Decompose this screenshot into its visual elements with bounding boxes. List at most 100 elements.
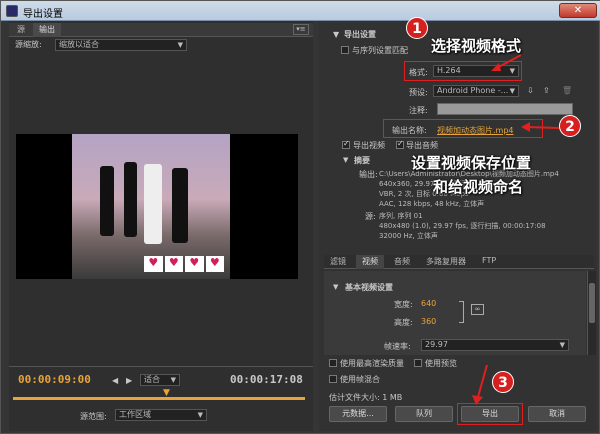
width-value[interactable]: 640 xyxy=(421,299,436,308)
mark-out-icon[interactable]: ▶ xyxy=(126,376,132,385)
cancel-button[interactable]: 取消 xyxy=(528,406,586,422)
summary-source-line: 序列, 序列 01 xyxy=(379,212,423,220)
summary-source-line: 32000 Hz, 立体声 xyxy=(379,232,438,240)
collapse-icon[interactable]: ▼ xyxy=(333,30,339,39)
frame-blend-label: 使用帧混合 xyxy=(340,375,380,384)
export-audio-checkbox[interactable] xyxy=(396,139,404,149)
tab-video[interactable]: 视频 xyxy=(356,255,384,269)
chevron-down-icon: ▼ xyxy=(509,87,515,95)
tab-ftp[interactable]: FTP xyxy=(476,255,502,269)
step-badge-3: 3 xyxy=(492,371,514,393)
preview-image: ♥ ♥ ♥ ♥ xyxy=(72,134,230,279)
tab-multiplexer[interactable]: 多路复用器 xyxy=(420,255,472,269)
source-range-label: 源范围: xyxy=(80,412,107,421)
source-scaling-label: 源缩放: xyxy=(15,40,42,49)
title-bar: 导出设置 ✕ xyxy=(1,1,600,21)
aspect-bracket xyxy=(459,301,464,323)
highlight-box-output xyxy=(383,119,543,138)
heart-icon: ♥ xyxy=(144,256,163,272)
annotation-step-2b: 和给视频命名 xyxy=(433,178,524,196)
step-badge-1: 1 xyxy=(406,17,428,39)
tab-output[interactable]: 输出 xyxy=(33,23,61,37)
use-preview-label: 使用预览 xyxy=(425,359,457,368)
summary-header: 摘要 xyxy=(354,156,370,165)
timecode-out: 00:00:17:08 xyxy=(230,373,303,386)
summary-output-label: 输出: xyxy=(359,170,378,179)
chevron-down-icon: ▼ xyxy=(197,411,203,419)
person-figure xyxy=(144,164,162,244)
save-preset-icon[interactable]: ⇩ xyxy=(527,86,534,95)
close-button[interactable]: ✕ xyxy=(559,3,597,18)
basic-video-header: 基本视频设置 xyxy=(345,283,393,292)
source-range-select[interactable]: 工作区域 ▼ xyxy=(115,409,207,421)
queue-button[interactable]: 队列 xyxy=(395,406,453,422)
collapse-icon[interactable]: ▼ xyxy=(343,156,348,164)
preset-select[interactable]: Android Phone -... ▼ xyxy=(433,85,519,97)
frame-blend-checkbox[interactable] xyxy=(329,375,337,383)
timecode-in[interactable]: 00:00:09:00 xyxy=(18,373,91,386)
app-icon xyxy=(6,5,18,17)
mark-in-icon[interactable]: ◀ xyxy=(112,376,118,385)
heart-icon: ♥ xyxy=(164,256,183,272)
export-settings-window: 导出设置 ✕ 源 输出 ▾≡ 源缩放: 缩放以适合 ▼ ♥ ♥ ♥ ♥ 00:00… xyxy=(0,0,600,434)
source-range-value: 工作区域 xyxy=(119,410,151,419)
scrollbar-thumb[interactable] xyxy=(589,283,595,323)
heart-icon: ♥ xyxy=(205,256,224,272)
summary-source: 序列, 序列 01 480x480 (1.0), 29.97 fps, 逐行扫描… xyxy=(379,211,579,241)
work-area-bar xyxy=(13,397,305,400)
summary-source-label: 源: xyxy=(365,212,376,221)
fps-value: 29.97 xyxy=(425,340,448,349)
zoom-value: 适合 xyxy=(144,375,160,384)
arrow-icon xyxy=(472,364,488,405)
person-figure xyxy=(100,166,114,236)
tab-source[interactable]: 源 xyxy=(11,23,31,37)
collapse-icon[interactable]: ▼ xyxy=(333,283,338,291)
use-preview-checkbox[interactable] xyxy=(414,359,422,367)
summary-source-line: 480x480 (1.0), 29.97 fps, 逐行扫描, 00:00:17… xyxy=(379,222,546,230)
source-scaling-select[interactable]: 缩放以适合 ▼ xyxy=(55,39,187,51)
settings-scrollbar[interactable] xyxy=(587,271,596,355)
width-label: 宽度: xyxy=(394,300,413,309)
person-figure xyxy=(172,168,188,243)
panel-menu-icon[interactable]: ▾≡ xyxy=(293,24,309,35)
preview-tabs: 源 输出 ▾≡ xyxy=(9,23,313,37)
max-render-checkbox[interactable] xyxy=(329,359,337,367)
preset-value: Android Phone -... xyxy=(437,86,509,95)
settings-tabs: 滤镜 视频 音频 多路复用器 FTP xyxy=(324,255,594,269)
fps-label: 帧速率: xyxy=(384,342,411,351)
fps-select[interactable]: 29.97 ▼ xyxy=(421,339,569,351)
match-sequence-checkbox[interactable] xyxy=(341,46,349,54)
export-audio-label: 导出音频 xyxy=(406,141,438,150)
export-settings-header: 导出设置 xyxy=(344,30,376,39)
height-label: 高度: xyxy=(394,318,413,327)
zoom-select[interactable]: 适合 ▼ xyxy=(140,374,180,386)
divider xyxy=(9,366,313,367)
metadata-button[interactable]: 元数据... xyxy=(329,406,387,422)
chevron-down-icon: ▼ xyxy=(559,341,565,349)
export-video-label: 导出视频 xyxy=(353,141,385,150)
import-preset-icon[interactable]: ⇪ xyxy=(543,86,550,95)
match-sequence-label: 与序列设置匹配 xyxy=(352,46,408,55)
source-scaling-value: 缩放以适合 xyxy=(59,40,99,49)
preset-label: 预设: xyxy=(409,88,428,97)
person-figure xyxy=(124,162,137,237)
export-video-checkbox[interactable] xyxy=(342,139,350,149)
tab-audio[interactable]: 音频 xyxy=(388,255,416,269)
timeline-bar[interactable]: ▼ xyxy=(9,388,307,401)
summary-output-line: AAC, 128 kbps, 48 kHz, 立体声 xyxy=(379,200,485,208)
link-icon[interactable]: ∞ xyxy=(471,304,484,315)
chevron-down-icon: ▼ xyxy=(177,41,183,49)
heart-icon: ♥ xyxy=(185,256,204,272)
delete-preset-icon[interactable]: 🗑 xyxy=(562,86,572,95)
playhead-icon[interactable]: ▼ xyxy=(163,388,170,398)
sticker-row: ♥ ♥ ♥ ♥ xyxy=(144,256,224,272)
annotation-step-2: 设置视频保存位置 xyxy=(411,154,532,172)
estimated-size: 估计文件大小: 1 MB xyxy=(329,393,403,402)
window-title: 导出设置 xyxy=(23,9,63,20)
tab-filters[interactable]: 滤镜 xyxy=(324,255,352,269)
arrow-icon xyxy=(521,122,560,132)
chevron-down-icon: ▼ xyxy=(170,376,176,384)
arrow-icon xyxy=(491,54,522,71)
height-value[interactable]: 360 xyxy=(421,317,436,326)
notes-input[interactable] xyxy=(437,103,573,115)
